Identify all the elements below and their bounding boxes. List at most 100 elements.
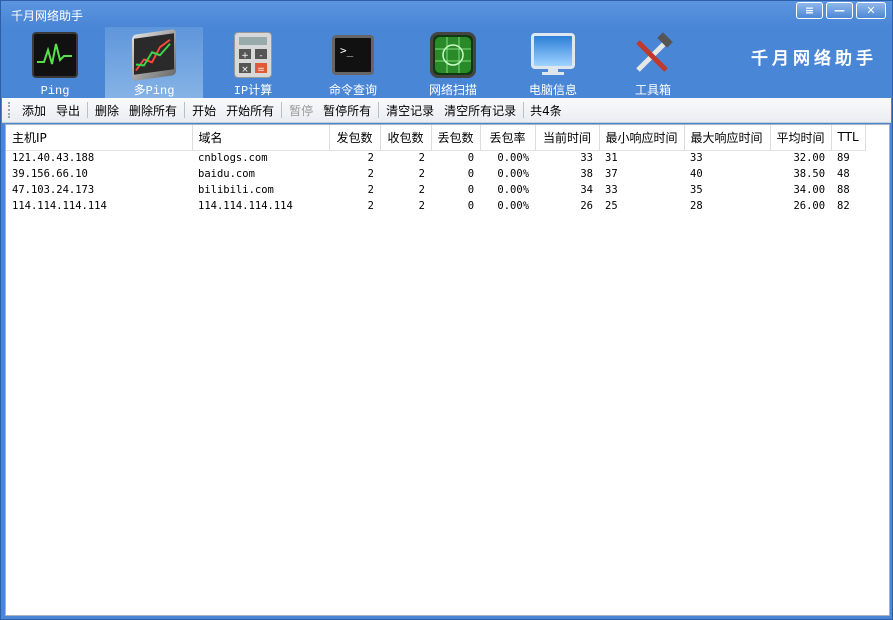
cell-lost: 0 [467, 168, 475, 180]
cell-max-response: 35 [690, 184, 703, 196]
pause-all-button[interactable]: 暂停所有 [318, 102, 376, 119]
radar-scan-icon [430, 32, 476, 78]
cell-max-response: 40 [690, 168, 703, 180]
column-header-received[interactable]: 收包数 [380, 125, 432, 151]
svg-text:×: × [241, 65, 249, 75]
cell-avg-time: 38.50 [793, 168, 826, 180]
svg-text:>_: >_ [340, 44, 354, 57]
cell-domain: 114.114.114.114 [198, 200, 293, 212]
ping-monitor-icon [32, 32, 78, 78]
column-header-host-ip[interactable]: 主机IP [6, 125, 193, 151]
column-header-sent[interactable]: 发包数 [329, 125, 381, 151]
multi-chart-icon [132, 28, 176, 82]
table-row[interactable]: 47.103.24.173 bilibili.com 2 2 0 0.00% 3… [6, 182, 865, 198]
cell-ttl: 88 [837, 184, 850, 196]
cell-host-ip: 121.40.43.188 [12, 152, 95, 165]
column-header-avg-time[interactable]: 平均时间 [770, 125, 832, 151]
delete-all-button[interactable]: 删除所有 [124, 102, 182, 119]
tools-icon [630, 32, 676, 78]
svg-text:-: - [259, 51, 262, 61]
clear-all-log-button[interactable]: 清空所有记录 [439, 102, 521, 119]
cell-received: 2 [418, 200, 425, 212]
nav-item-multi-ping[interactable]: 多Ping [105, 27, 203, 98]
column-header-min-response[interactable]: 最小响应时间 [599, 125, 685, 151]
cell-domain: baidu.com [198, 168, 255, 180]
toolbar-divider [87, 102, 89, 118]
cell-host-ip: 39.156.66.10 [12, 168, 88, 180]
svg-text:+: + [241, 51, 249, 61]
cell-max-response: 28 [690, 200, 703, 212]
cell-lost: 0 [467, 200, 475, 212]
cell-min-response: 33 [605, 184, 618, 196]
menu-icon[interactable]: ≡ [796, 2, 823, 19]
nav-item-command[interactable]: >_ 命令查询 [304, 27, 402, 98]
delete-button[interactable]: 删除 [90, 102, 124, 119]
nav-item-ip-calc[interactable]: + - × = IP计算 [204, 27, 302, 98]
nav-label: 电脑信息 [528, 84, 577, 98]
toolbar-grip[interactable] [8, 102, 11, 118]
nav-item-pc-info[interactable]: 电脑信息 [504, 27, 602, 98]
app-window: 千月网络助手 ≡ — ✕ Ping 多Ping + - × = IP计算 >_ … [0, 0, 893, 620]
start-all-button[interactable]: 开始所有 [221, 102, 279, 119]
table-row[interactable]: 121.40.43.188 cnblogs.com 2 2 0 0.00% 33… [6, 150, 865, 166]
start-button[interactable]: 开始 [187, 102, 221, 119]
nav-label: 多Ping [133, 84, 175, 98]
window-controls: ≡ — ✕ [796, 2, 886, 19]
cell-avg-time: 32.00 [793, 152, 826, 165]
window-title: 千月网络助手 [11, 9, 84, 23]
nav-item-toolbox[interactable]: 工具箱 [604, 27, 702, 98]
calculator-icon: + - × = [234, 32, 272, 78]
monitor-pc-icon [531, 33, 575, 75]
add-button[interactable]: 添加 [17, 102, 51, 119]
cell-loss-rate: 0.00% [497, 152, 530, 165]
pause-button[interactable]: 暂停 [284, 102, 318, 119]
cell-min-response: 31 [605, 152, 618, 165]
column-header-ttl[interactable]: TTL [831, 125, 866, 151]
cell-sent: 2 [367, 184, 374, 196]
cell-lost: 0 [467, 152, 475, 165]
table-row[interactable]: 114.114.114.114 114.114.114.114 2 2 0 0.… [6, 198, 865, 214]
cell-loss-rate: 0.00% [497, 168, 530, 180]
cell-host-ip: 114.114.114.114 [12, 200, 107, 212]
toolbar: 添加 导出 删除 删除所有 开始 开始所有 暂停 暂停所有 清空记录 清空所有记… [2, 98, 891, 123]
cell-lost: 0 [467, 184, 475, 196]
cell-avg-time: 34.00 [793, 184, 826, 196]
cell-ttl: 82 [837, 200, 850, 212]
cell-loss-rate: 0.00% [497, 200, 530, 212]
clear-log-button[interactable]: 清空记录 [381, 102, 439, 119]
table-header-row: 主机IP 域名 发包数 收包数 丢包数 丢包率 当前时间 最小响应时间 最大响应… [6, 125, 866, 151]
toolbar-divider [184, 102, 186, 118]
cell-sent: 2 [367, 152, 374, 165]
cell-avg-time: 26.00 [793, 200, 826, 212]
table-row[interactable]: 39.156.66.10 baidu.com 2 2 0 0.00% 38 37… [6, 166, 865, 182]
cell-received: 2 [418, 168, 425, 180]
cell-domain: cnblogs.com [198, 152, 268, 165]
cell-current-time: 38 [580, 168, 594, 180]
nav-item-ping[interactable]: Ping [6, 27, 104, 98]
cell-current-time: 33 [580, 152, 594, 165]
cell-ttl: 89 [837, 152, 850, 165]
column-header-domain[interactable]: 域名 [192, 125, 330, 151]
cell-min-response: 37 [605, 168, 618, 180]
minimize-icon[interactable]: — [826, 2, 853, 19]
terminal-icon: >_ [332, 35, 374, 75]
cell-loss-rate: 0.00% [497, 184, 530, 196]
cell-current-time: 26 [580, 200, 594, 212]
toolbar-divider [281, 102, 283, 118]
cell-sent: 2 [367, 168, 374, 180]
column-header-max-response[interactable]: 最大响应时间 [684, 125, 771, 151]
export-button[interactable]: 导出 [51, 102, 85, 119]
column-header-loss-rate[interactable]: 丢包率 [480, 125, 536, 151]
title-bar[interactable]: 千月网络助手 ≡ — ✕ [1, 1, 892, 27]
column-header-current-time[interactable]: 当前时间 [535, 125, 600, 151]
toolbar-divider [378, 102, 380, 118]
ping-results-table: 主机IP 域名 发包数 收包数 丢包数 丢包率 当前时间 最小响应时间 最大响应… [5, 124, 890, 616]
nav-label: 工具箱 [634, 84, 671, 98]
nav-item-network-scan[interactable]: 网络扫描 [404, 27, 502, 98]
cell-host-ip: 47.103.24.173 [12, 184, 95, 196]
cell-received: 2 [418, 184, 425, 196]
column-header-lost[interactable]: 丢包数 [431, 125, 481, 151]
cell-min-response: 25 [605, 200, 618, 212]
close-icon[interactable]: ✕ [856, 2, 886, 19]
nav-label: 命令查询 [328, 84, 377, 98]
